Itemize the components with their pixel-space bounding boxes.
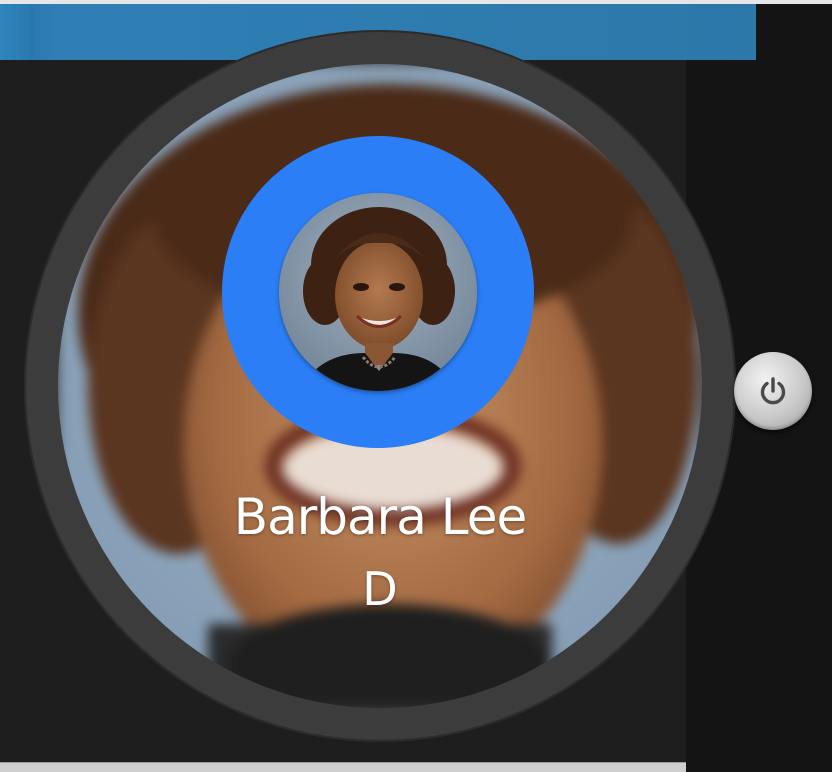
power-button[interactable] bbox=[734, 352, 812, 430]
contact-avatar bbox=[279, 193, 477, 391]
emulator-window: Barbara Lee D bbox=[0, 0, 832, 772]
watch-screen[interactable]: Barbara Lee D bbox=[58, 64, 702, 708]
contact-party: D bbox=[362, 562, 398, 616]
power-icon bbox=[760, 377, 786, 405]
window-bottom-edge bbox=[0, 762, 686, 772]
contact-ring[interactable] bbox=[222, 136, 534, 448]
contact-name: Barbara Lee bbox=[233, 488, 527, 546]
